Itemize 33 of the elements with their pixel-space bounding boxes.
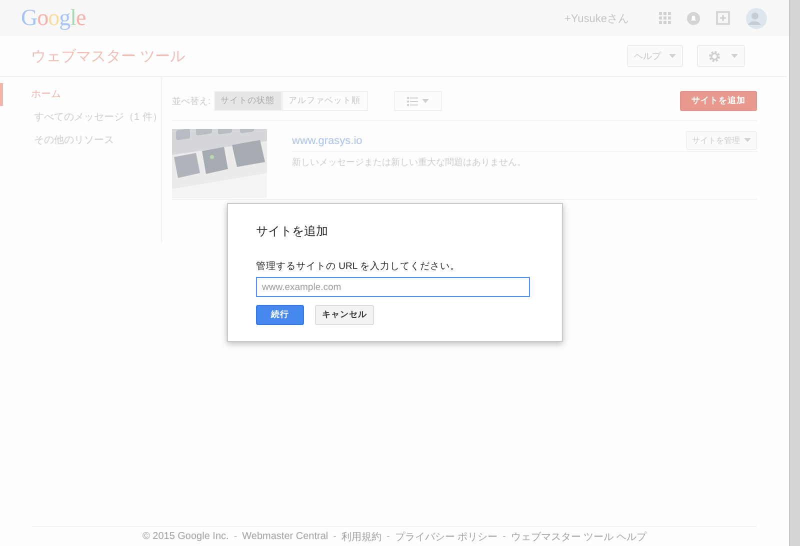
- google-logo[interactable]: Google: [21, 5, 86, 31]
- footer-separator: -: [385, 531, 391, 542]
- dialog-title: サイトを追加: [256, 223, 329, 240]
- footer-link[interactable]: プライバシー ポリシー: [394, 530, 498, 544]
- view-dropdown[interactable]: [394, 91, 442, 111]
- footer-separator: -: [332, 531, 338, 542]
- add-icon[interactable]: [716, 11, 730, 25]
- footer-link[interactable]: Webmaster Central: [242, 531, 328, 542]
- footer-separator: -: [232, 531, 238, 542]
- footer-link[interactable]: ウェブマスター ツール ヘルプ: [510, 530, 646, 544]
- settings-dropdown[interactable]: [697, 45, 745, 67]
- apps-grid-icon[interactable]: [659, 12, 671, 24]
- page-title: ウェブマスター ツール: [31, 46, 186, 66]
- settings-icon: [708, 50, 721, 62]
- avatar-icon[interactable]: [746, 8, 767, 28]
- footer-separator: -: [502, 531, 507, 542]
- caret-icon: [669, 54, 676, 58]
- cancel-button[interactable]: キャンセル: [315, 305, 374, 325]
- site-link[interactable]: www.grasys.io: [292, 133, 686, 147]
- sidebar-item[interactable]: ホーム: [0, 83, 161, 106]
- list-icon: [406, 96, 418, 106]
- footer-link[interactable]: © 2015 Google Inc.: [142, 531, 229, 542]
- notification-icon[interactable]: [687, 12, 700, 24]
- url-prompt: 管理するサイトの URL を入力してください。: [256, 260, 461, 273]
- footer-link[interactable]: 利用規約: [341, 530, 382, 544]
- add-site-button[interactable]: サイトを追加: [680, 91, 757, 111]
- caret-icon: [744, 138, 751, 142]
- scrollbar[interactable]: [789, 0, 800, 546]
- caret-icon: [731, 54, 738, 58]
- url-input[interactable]: www.example.com: [256, 277, 530, 297]
- caret-icon: [422, 99, 429, 103]
- continue-button[interactable]: 続行: [256, 305, 304, 325]
- sort-button[interactable]: サイトの状態: [214, 91, 282, 111]
